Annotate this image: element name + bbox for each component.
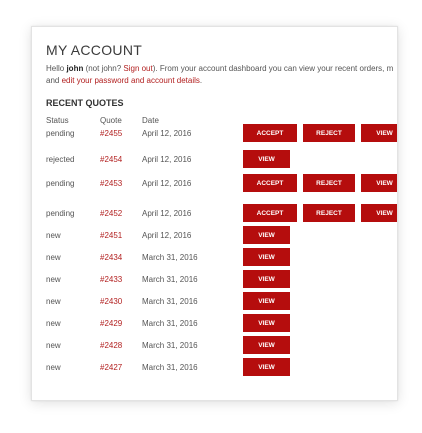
- accept-button[interactable]: ACCEPT: [243, 124, 297, 142]
- date-cell: March 31, 2016: [142, 341, 198, 350]
- quote-number-link[interactable]: #2453: [100, 179, 122, 188]
- table-row: new #2451 April 12, 2016 VIEW: [32, 226, 397, 246]
- date-cell: March 31, 2016: [142, 363, 198, 372]
- date-cell: March 31, 2016: [142, 319, 198, 328]
- status-cell: new: [46, 319, 61, 328]
- status-cell: pending: [46, 209, 75, 218]
- status-cell: new: [46, 231, 61, 240]
- date-cell: April 12, 2016: [142, 231, 192, 240]
- table-row: new #2430 March 31, 2016 VIEW: [32, 292, 397, 312]
- quote-number-link[interactable]: #2428: [100, 341, 122, 350]
- table-row: rejected #2454 April 12, 2016 VIEW: [32, 150, 397, 170]
- view-button[interactable]: VIEW: [243, 226, 290, 244]
- reject-button[interactable]: REJECT: [303, 174, 355, 192]
- intro-hello: Hello: [46, 64, 67, 73]
- reject-button[interactable]: REJECT: [303, 124, 355, 142]
- view-button[interactable]: VIEW: [243, 358, 290, 376]
- view-button[interactable]: VIEW: [243, 248, 290, 266]
- status-cell: new: [46, 275, 61, 284]
- quote-number-link[interactable]: #2455: [100, 129, 122, 138]
- status-cell: new: [46, 341, 61, 350]
- status-cell: pending: [46, 129, 75, 138]
- table-row: new #2434 March 31, 2016 VIEW: [32, 248, 397, 268]
- intro-text: Hello john (not john? Sign out). From yo…: [46, 63, 397, 87]
- date-cell: April 12, 2016: [142, 209, 192, 218]
- view-button[interactable]: VIEW: [243, 292, 290, 310]
- date-cell: March 31, 2016: [142, 297, 198, 306]
- accept-button[interactable]: ACCEPT: [243, 174, 297, 192]
- quote-number-link[interactable]: #2433: [100, 275, 122, 284]
- view-button[interactable]: VIEW: [361, 174, 397, 192]
- accept-button[interactable]: ACCEPT: [243, 204, 297, 222]
- quote-number-link[interactable]: #2451: [100, 231, 122, 240]
- table-row: new #2428 March 31, 2016 VIEW: [32, 336, 397, 356]
- status-cell: new: [46, 363, 61, 372]
- table-row: new #2433 March 31, 2016 VIEW: [32, 270, 397, 290]
- intro-rest: ). From your account dashboard you can v…: [152, 64, 394, 73]
- table-row: new #2427 March 31, 2016 VIEW: [32, 358, 397, 378]
- account-panel: MY ACCOUNT Hello john (not john? Sign ou…: [31, 26, 398, 401]
- date-cell: April 12, 2016: [142, 179, 192, 188]
- intro-username: john: [66, 64, 84, 73]
- date-cell: March 31, 2016: [142, 253, 198, 262]
- recent-quotes-heading: RECENT QUOTES: [46, 98, 124, 108]
- edit-account-link[interactable]: edit your password and account details: [62, 76, 200, 85]
- table-row: pending #2452 April 12, 2016 ACCEPT REJECT VI…: [32, 204, 397, 224]
- table-row: pending #2455 April 12, 2016 ACCEPT REJECT VI…: [32, 124, 397, 144]
- table-row: new #2429 March 31, 2016 VIEW: [32, 314, 397, 334]
- status-cell: new: [46, 253, 61, 262]
- quote-number-link[interactable]: #2452: [100, 209, 122, 218]
- status-cell: new: [46, 297, 61, 306]
- date-cell: March 31, 2016: [142, 275, 198, 284]
- date-cell: April 12, 2016: [142, 129, 192, 138]
- reject-button[interactable]: REJECT: [303, 204, 355, 222]
- status-cell: pending: [46, 179, 75, 188]
- status-cell: rejected: [46, 155, 75, 164]
- quote-number-link[interactable]: #2430: [100, 297, 122, 306]
- date-cell: April 12, 2016: [142, 155, 192, 164]
- quote-number-link[interactable]: #2427: [100, 363, 122, 372]
- view-button[interactable]: VIEW: [361, 124, 397, 142]
- sign-out-link[interactable]: Sign out: [123, 64, 152, 73]
- view-button[interactable]: VIEW: [243, 270, 290, 288]
- view-button[interactable]: VIEW: [243, 314, 290, 332]
- view-button[interactable]: VIEW: [243, 336, 290, 354]
- page-title: MY ACCOUNT: [46, 42, 143, 58]
- view-button[interactable]: VIEW: [361, 204, 397, 222]
- intro-line2-post: .: [199, 76, 203, 85]
- quote-number-link[interactable]: #2434: [100, 253, 122, 262]
- table-row: pending #2453 April 12, 2016 ACCEPT REJECT VI…: [32, 174, 397, 194]
- quote-number-link[interactable]: #2454: [100, 155, 122, 164]
- intro-not-user: (not john?: [83, 64, 124, 73]
- quote-number-link[interactable]: #2429: [100, 319, 122, 328]
- view-button[interactable]: VIEW: [243, 150, 290, 168]
- intro-line2-pre: and: [46, 76, 62, 85]
